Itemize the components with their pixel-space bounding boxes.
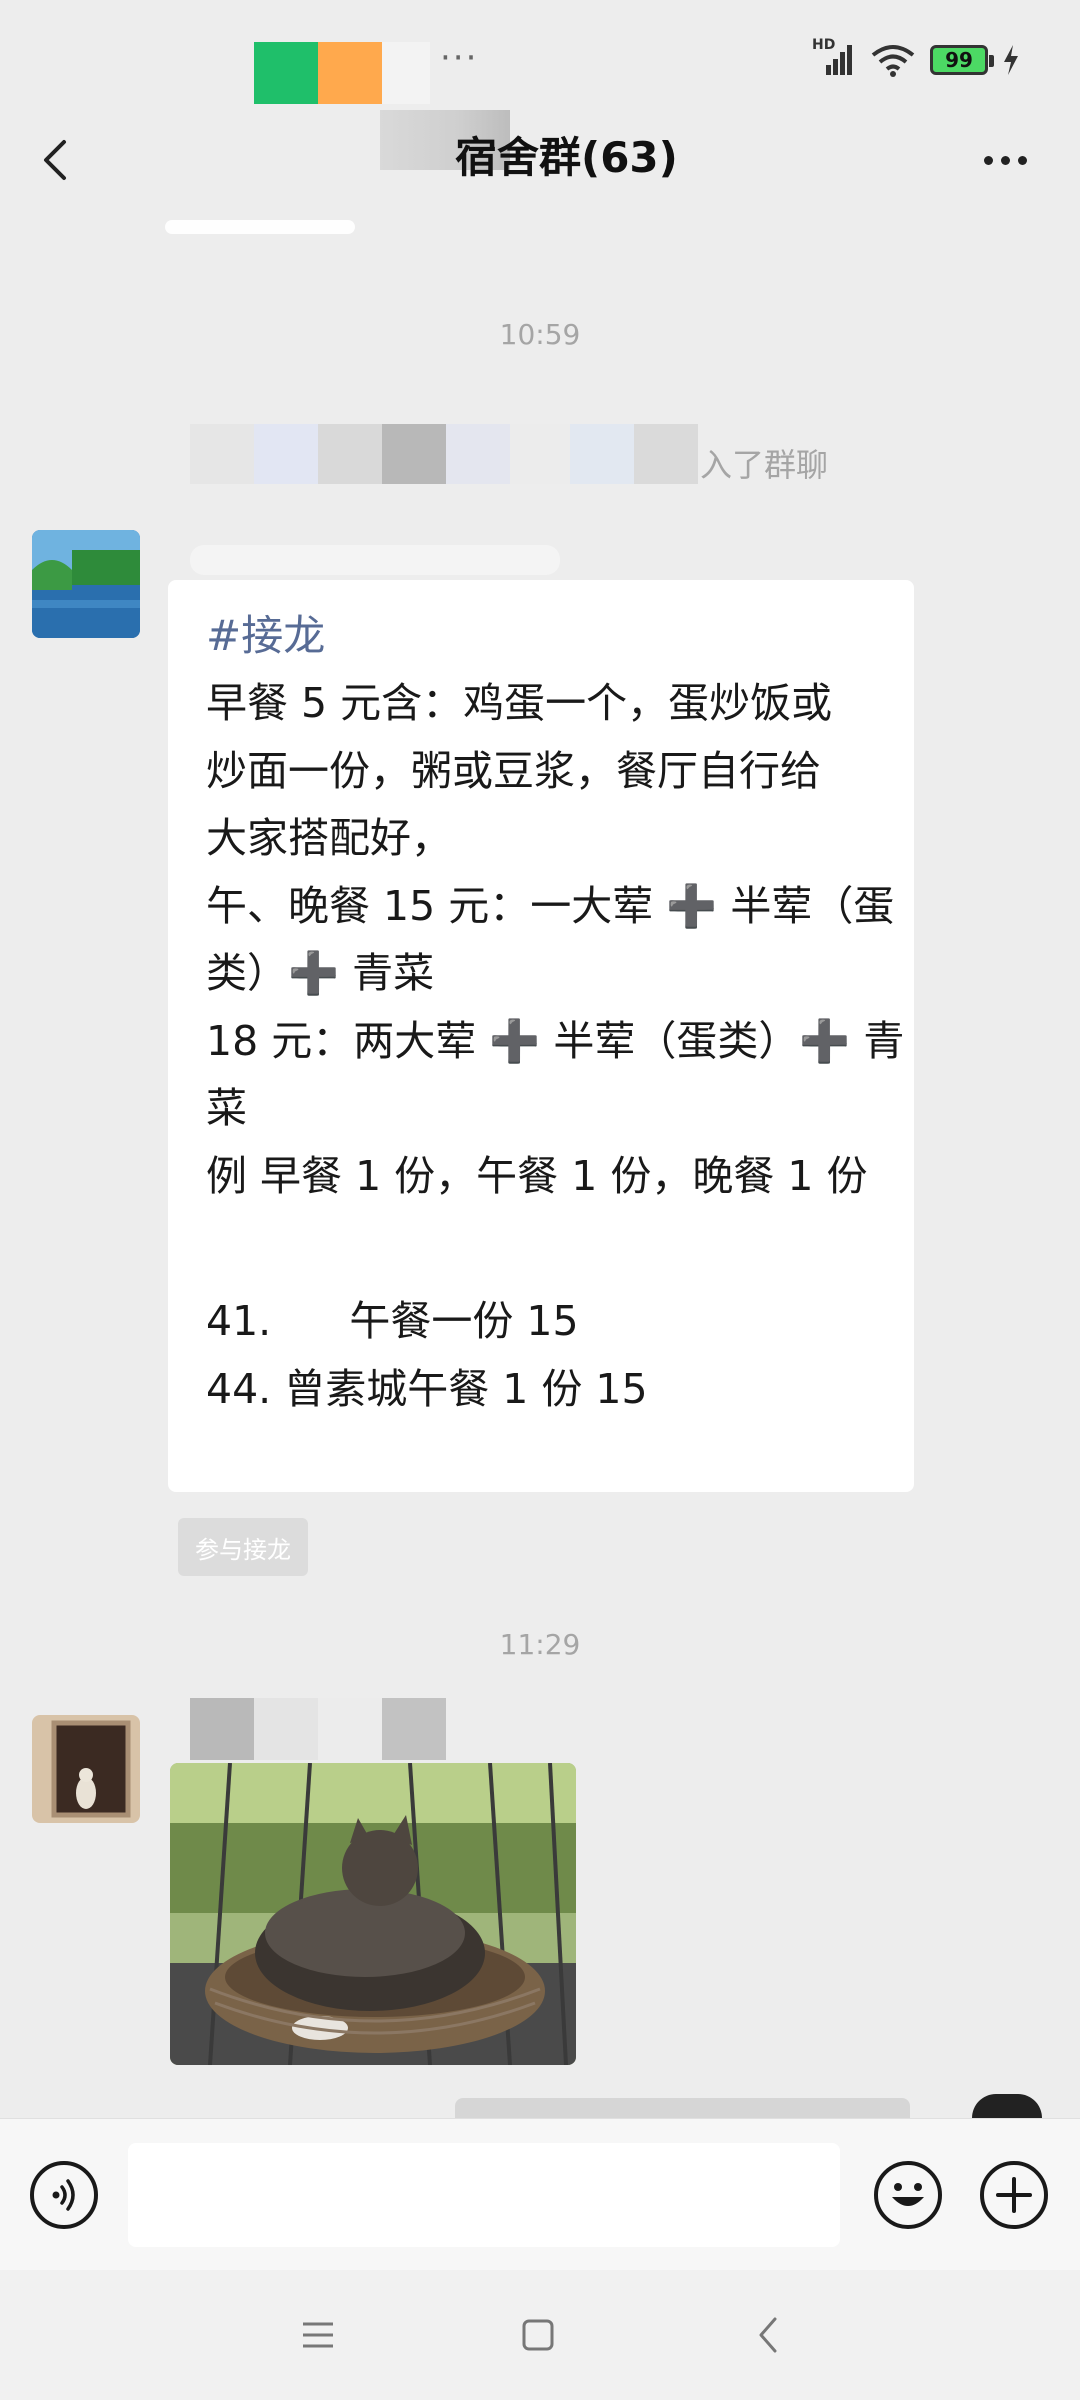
avatar[interactable] [32,1715,140,1823]
message-line: 午、晚餐 15 元：一大荤 ➕ 半荤（蛋 [206,881,895,930]
outgoing-message-peek [455,2098,910,2118]
jielong-entry: 44. 曾素城午餐 1 份 15 [206,1364,648,1413]
message-line: 大家搭配好， [206,814,452,862]
sender-name-blur [190,1698,446,1760]
message-line: 早餐 5 元含：鸡蛋一个，蛋炒饭或 [206,679,833,727]
nav-menu-button[interactable] [288,2310,348,2360]
signal-icon: HD [812,37,856,77]
chevron-left-icon [44,140,66,180]
message-line: 18 元：两大荤 ➕ 半荤（蛋类）➕ 青 [206,1016,905,1065]
message-line: 炒面一份，粥或豆浆，餐厅自行给 [206,746,821,795]
input-bar [0,2118,1080,2271]
chat-header: 宿舍群(63) [0,110,1080,234]
home-icon [522,2319,554,2351]
jielong-message-bubble[interactable]: #接龙 早餐 5 元含：鸡蛋一个，蛋炒饭或 炒面一份，粥或豆浆，餐厅自行给 大家… [168,580,914,1492]
voice-icon [52,2179,75,2211]
privacy-block [318,42,382,104]
plus-icon [996,2177,1032,2213]
avatar[interactable] [972,2094,1042,2118]
timestamp: 11:29 [499,1628,581,1661]
status-bar: ··· HD 99 [0,0,1080,120]
image-message[interactable] [170,1763,576,2065]
battery-icon: 99 [930,45,994,75]
join-jielong-button[interactable]: 参与接龙 [178,1518,308,1576]
message-line: 类）➕ 青菜 [206,949,435,997]
sender-name-blur [190,545,560,575]
battery-level: 99 [945,48,973,72]
cat-avatar-image [32,1715,140,1823]
message-line: 菜 [206,1084,247,1132]
more-dots-icon [983,155,993,165]
jielong-tag[interactable]: #接龙 [206,602,876,670]
more-button[interactable] [970,130,1040,190]
system-nav-bar [0,2270,1080,2400]
status-icons: HD 99 [812,36,1020,84]
emoji-icon [892,2183,924,2206]
message-input[interactable] [128,2143,840,2247]
landscape-avatar-image [32,530,140,638]
more-functions-button[interactable] [980,2161,1048,2229]
jielong-entry: 41. 午餐一份 15 [206,1297,579,1345]
voice-button[interactable] [30,2161,98,2229]
more-dots-icon [1017,155,1027,165]
nav-home-button[interactable] [508,2310,568,2360]
nav-back-button[interactable] [738,2310,798,2360]
charging-icon [1004,45,1018,75]
cat-photo [170,1763,576,2065]
emoji-button[interactable] [874,2161,942,2229]
avatar[interactable] [32,530,140,638]
wifi-icon [871,45,915,77]
system-message: 入了群聊 [700,446,829,484]
notification-dots: ··· [440,38,479,78]
privacy-block [382,42,430,104]
back-icon [759,2317,777,2353]
more-dots-icon [1000,155,1010,165]
title-subline-blur [165,220,355,234]
blurred-entries [206,1210,876,1288]
chat-title: 宿舍群(63) [455,133,678,182]
message-line: 例 早餐 1 份，午餐 1 份，晚餐 1 份 [206,1151,868,1200]
timestamp: 10:59 [499,318,581,351]
menu-icon [303,2322,333,2348]
privacy-block [254,42,318,104]
back-button[interactable] [28,128,84,192]
